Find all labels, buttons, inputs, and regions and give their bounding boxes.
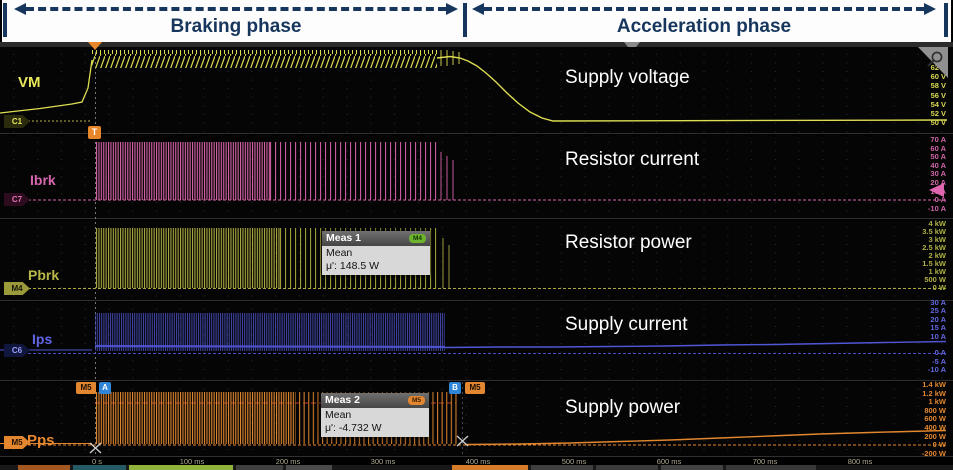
measurement-source-badge: M5 (408, 396, 425, 405)
trigger-badge[interactable]: T (88, 126, 101, 139)
scale-label: 10 A (870, 333, 946, 341)
measurement-value: μ': 148.5 W (326, 260, 426, 273)
slice-divider (0, 300, 953, 301)
arrow-right-icon (924, 3, 936, 15)
status-segment[interactable] (286, 465, 332, 470)
status-segment[interactable] (596, 465, 658, 470)
cursor-b-badge[interactable]: B (449, 382, 461, 394)
scale-column-vm: 62 V60 V58 V56 V54 V52 V50 V (870, 63, 946, 127)
waveform-slice-ibrk (0, 135, 953, 218)
acceleration-phase-label: Acceleration phase (472, 16, 936, 38)
banner-divider (944, 3, 948, 37)
scale-label: -10 A (870, 366, 946, 374)
measurement-stat: Mean (325, 409, 425, 422)
scale-column-pps: 1.4 kW1.2 kW1 kW800 W600 W400 W200 W0 W-… (870, 381, 946, 458)
status-segment[interactable] (452, 465, 528, 470)
scale-label: 58 V (870, 81, 946, 90)
measurement-stat: Mean (326, 247, 426, 260)
arrow-left-icon (14, 3, 26, 15)
annotation-resistor-current: Resistor current (565, 149, 699, 171)
trace-label-ibrk: Ibrk (30, 172, 56, 188)
annotation-supply-power: Supply power (565, 397, 680, 419)
arrow-left-icon (472, 3, 484, 15)
braking-arrow (14, 3, 458, 15)
annotation-supply-voltage: Supply voltage (565, 67, 690, 89)
annotation-banner: Braking phase Acceleration phase (2, 0, 951, 42)
scale-column-ibrk: 70 A60 A50 A40 A30 A20 A10 A0 A-10 A (870, 136, 946, 213)
scale-label: 54 V (870, 100, 946, 109)
measurement-source-badge: M4 (409, 234, 426, 243)
scale-label: 52 V (870, 109, 946, 118)
measurement-title: Meas 2 (325, 394, 360, 406)
status-segment[interactable] (661, 465, 723, 470)
scale-column-ips: 30 A25 A20 A15 A10 A 0 A-5 A-10 A (870, 299, 946, 375)
scale-label: 60 V (870, 72, 946, 81)
trace-label-ips: Ips (32, 331, 52, 347)
acceleration-arrow (472, 3, 936, 15)
slice-divider (0, 218, 953, 219)
status-segment[interactable] (18, 465, 70, 470)
waveform-slice-ips (0, 302, 953, 380)
status-segment[interactable] (531, 465, 593, 470)
scale-label: 62 V (870, 63, 946, 72)
banner-divider (3, 3, 7, 37)
status-segment[interactable] (236, 465, 283, 470)
scale-label: 50 V (870, 118, 946, 127)
scale-label: 56 V (870, 91, 946, 100)
cursor-a-badge[interactable]: A (99, 382, 111, 394)
m5-badge-right[interactable]: M5 (465, 382, 485, 394)
scale-label: -10 A (870, 205, 946, 214)
annotation-resistor-power: Resistor power (565, 232, 692, 254)
waveform-slice-pbrk (0, 220, 953, 300)
slice-divider (0, 380, 953, 381)
arrow-dash-line (484, 7, 924, 11)
m5-badge-left[interactable]: M5 (76, 382, 96, 394)
status-bar (0, 465, 953, 470)
arrow-dash-line (26, 7, 446, 11)
annotation-supply-current: Supply current (565, 314, 688, 336)
status-segment[interactable] (73, 465, 126, 470)
time-axis: 0 s100 ms200 ms300 ms400 ms500 ms600 ms7… (0, 456, 953, 465)
oscilloscope-screen: 62 V60 V58 V56 V54 V52 V50 V 70 A60 A50 … (0, 0, 953, 470)
scale-column-pbrk: 4 kW3.5 kW3 kW2.5 kW2 kW1.5 kW1 kW500 W0… (870, 220, 946, 292)
trace-label-pps: Pps (27, 432, 55, 449)
braking-phase-label: Braking phase (14, 16, 458, 38)
trace-label-pbrk: Pbrk (28, 267, 59, 283)
arrow-right-icon (446, 3, 458, 15)
banner-divider (463, 3, 467, 37)
trace-label-vm: VM (18, 74, 41, 91)
measurement-box-2[interactable]: M5 Meas 2 Mean μ': -4.732 W (321, 393, 429, 437)
status-segment[interactable] (726, 465, 816, 470)
measurement-value: μ': -4.732 W (325, 422, 425, 435)
scale-label: 0 W (870, 284, 946, 292)
measurement-box-1[interactable]: M4 Meas 1 Mean μ': 148.5 W (322, 231, 430, 275)
waveform-slice-vm (0, 47, 953, 133)
slice-divider (0, 133, 953, 134)
status-segment[interactable] (129, 465, 233, 470)
measurement-title: Meas 1 (326, 232, 361, 244)
